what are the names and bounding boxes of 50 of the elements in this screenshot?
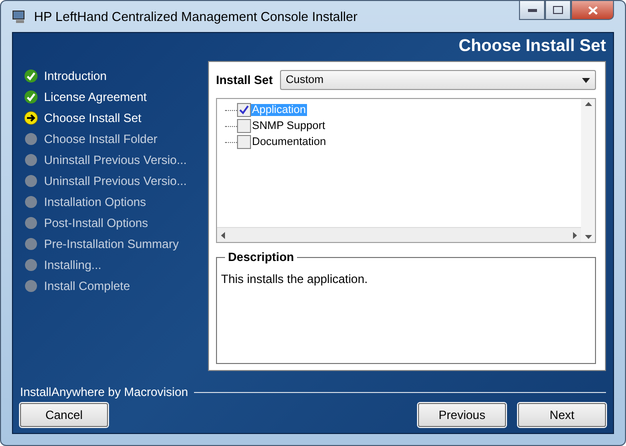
scroll-right-icon[interactable] — [573, 232, 577, 238]
step-label: Pre-Installation Summary — [44, 236, 179, 250]
horizontal-scrollbar[interactable] — [217, 227, 581, 242]
step-label: License Agreement — [44, 90, 147, 104]
step-label: Post-Install Options — [44, 216, 148, 230]
checkbox[interactable] — [237, 119, 251, 133]
checkbox[interactable] — [237, 103, 251, 117]
step-label: Install Complete — [44, 278, 130, 292]
scroll-down-icon[interactable] — [584, 235, 592, 239]
dot-icon — [24, 258, 38, 272]
dropdown-caret-icon — [582, 78, 590, 82]
minimize-button[interactable] — [519, 1, 545, 20]
dot-icon — [24, 278, 38, 292]
dot-icon — [24, 216, 38, 230]
install-set-label: Install Set — [216, 73, 273, 87]
checkbox[interactable] — [237, 135, 251, 149]
step-label: Installing... — [44, 258, 102, 272]
step-label: Uninstall Previous Versio... — [44, 152, 187, 166]
step-label: Choose Install Folder — [44, 132, 158, 146]
close-icon — [588, 6, 598, 14]
page-title: Choose Install Set — [458, 35, 606, 57]
dot-icon — [24, 174, 38, 188]
dot-icon — [24, 152, 38, 166]
scroll-left-icon[interactable] — [221, 232, 225, 238]
previous-button[interactable]: Previous — [418, 403, 506, 427]
check-icon — [24, 68, 38, 82]
next-button[interactable]: Next — [518, 403, 606, 427]
step-label: Introduction — [44, 68, 107, 82]
step-label: Uninstall Previous Versio... — [44, 174, 187, 188]
dot-icon — [24, 236, 38, 250]
feature-label[interactable]: SNMP Support — [251, 120, 326, 132]
description-text: This installs the application. — [221, 272, 369, 286]
feature-label[interactable]: Documentation — [251, 136, 327, 148]
minimize-icon — [528, 8, 536, 12]
description-title: Description — [225, 250, 298, 264]
step-label: Choose Install Set — [44, 110, 142, 124]
arrow-icon — [24, 110, 38, 124]
vertical-scrollbar[interactable] — [581, 99, 595, 242]
step-label: Installation Options — [44, 194, 146, 208]
dot-icon — [24, 194, 38, 208]
check-icon — [24, 90, 38, 104]
cancel-button[interactable]: Cancel — [20, 403, 108, 427]
vendor-label: InstallAnywhere by Macrovision — [20, 385, 188, 399]
dot-icon — [24, 132, 38, 146]
maximize-button[interactable] — [545, 1, 571, 20]
close-button[interactable] — [571, 1, 614, 20]
window-title: HP LeftHand Centralized Management Console Installer — [34, 9, 358, 24]
maximize-icon — [553, 6, 563, 14]
scroll-up-icon[interactable] — [584, 102, 592, 106]
install-set-dropdown[interactable]: Custom — [280, 70, 596, 90]
